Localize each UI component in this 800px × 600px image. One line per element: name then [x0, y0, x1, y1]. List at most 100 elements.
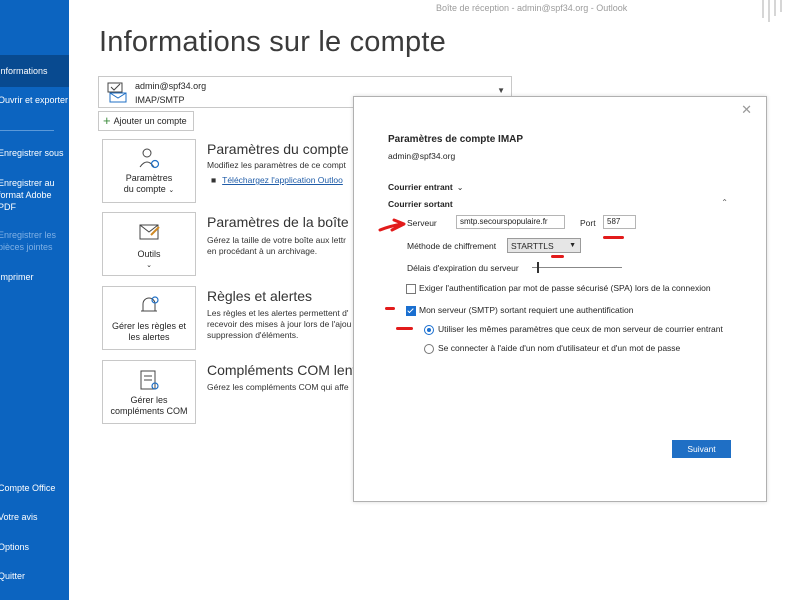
timeout-slider-thumb[interactable] — [537, 262, 539, 273]
sidebar-item-quit[interactable]: Quitter — [0, 570, 69, 584]
card-label-line: les alertes — [128, 332, 170, 342]
same-settings-label: Utiliser les mêmes paramètres que ceux d… — [438, 324, 723, 334]
section-title: Paramètres de la boîte au — [207, 214, 369, 230]
dialog-email: admin@spf34.org — [388, 151, 456, 161]
add-account-label: Ajouter un compte — [113, 116, 187, 126]
backstage-sidebar: Informations Ouvrir et exporter Enregist… — [0, 0, 69, 600]
server-label: Serveur — [407, 218, 437, 228]
username-password-label: Se connecter à l'aide d'un nom d'utilisa… — [438, 343, 681, 353]
server-input[interactable] — [456, 215, 565, 229]
chevron-down-icon: ⌄ — [168, 187, 175, 194]
sidebar-item-label: Enregistrer au format Adobe PDF — [0, 178, 55, 212]
rules-alerts-icon — [141, 296, 159, 312]
smtp-auth-checkbox[interactable] — [406, 306, 416, 316]
account-email: admin@spf34.org — [135, 81, 207, 91]
spa-checkbox[interactable] — [406, 284, 416, 294]
sidebar-divider — [0, 130, 54, 131]
sidebar-item-label: Votre avis — [0, 512, 38, 522]
card-label-line: Gérer les — [130, 395, 168, 405]
section-description: recevoir des mises à jour lors de l'ajou — [207, 319, 352, 329]
sidebar-item-label: Options — [0, 542, 30, 552]
sidebar-item-label: Informations — [0, 66, 48, 76]
sidebar-item-informations[interactable]: Informations — [0, 55, 69, 87]
port-input[interactable] — [603, 215, 636, 229]
com-addins-icon — [140, 370, 159, 390]
mail-account-icon — [107, 82, 127, 103]
sidebar-item-office-account[interactable]: Compte Office — [0, 482, 69, 496]
card-label-line: Outils — [137, 249, 161, 259]
person-gear-icon — [139, 148, 160, 169]
port-label: Port — [580, 218, 596, 228]
sidebar-item-label: Compte Office — [0, 483, 56, 493]
add-account-button[interactable]: + Ajouter un compte — [98, 111, 194, 131]
section-description: Les règles et les alertes permettent d' — [207, 308, 349, 318]
sidebar-item-feedback[interactable]: Votre avis — [0, 511, 69, 525]
plus-icon: + — [103, 113, 111, 128]
account-type: IMAP/SMTP — [135, 95, 185, 105]
account-settings-button[interactable]: Paramètres du compte ⌄ — [102, 139, 196, 203]
encryption-select[interactable]: STARTTLS ▼ — [507, 238, 581, 253]
encryption-label: Méthode de chiffrement — [407, 241, 497, 251]
timeout-label: Délais d'expiration du serveur — [407, 263, 519, 273]
card-label: Outils ⌄ — [103, 249, 195, 271]
sidebar-item-label: Ouvrir et exporter — [0, 95, 69, 105]
sidebar-item-save-pdf[interactable]: Enregistrer au format Adobe PDF — [0, 177, 69, 215]
sidebar-item-options[interactable]: Options — [0, 541, 69, 555]
page-title: Informations sur le compte — [99, 26, 446, 58]
section-title: Compléments COM lents — [207, 362, 364, 378]
chevron-down-icon: ⌄ — [456, 183, 464, 192]
sidebar-item-open-export[interactable]: Ouvrir et exporter — [0, 94, 69, 120]
same-settings-radio[interactable] — [424, 325, 434, 335]
annotation-underline-port — [603, 236, 624, 239]
sidebar-item-label: Quitter — [0, 571, 26, 581]
section-description: suppression d'éléments. — [207, 330, 299, 340]
card-label-text: du compte — [123, 184, 166, 194]
annotation-underline-encryption — [551, 255, 564, 258]
card-label-line: compléments COM — [110, 406, 188, 416]
sidebar-item-save-as[interactable]: Enregistrer sous — [0, 147, 69, 161]
section-description: Modifiez les paramètres de ce compt — [207, 160, 346, 170]
manage-rules-button[interactable]: Gérer les règles et les alertes — [102, 286, 196, 350]
encryption-value: STARTTLS — [511, 241, 554, 251]
imap-settings-dialog: ✕ Paramètres de compte IMAP admin@spf34.… — [353, 96, 767, 502]
section-title: Règles et alertes — [207, 288, 313, 304]
next-button[interactable]: Suivant — [672, 440, 731, 458]
card-label: Gérer les compléments COM — [103, 395, 195, 417]
outgoing-mail-section-toggle[interactable]: Courrier sortant — [388, 199, 453, 209]
sidebar-item-label: Enregistrer les pièces jointes — [0, 230, 57, 252]
card-label-line: Paramètres — [125, 173, 173, 183]
tools-button[interactable]: Outils ⌄ — [102, 212, 196, 276]
sidebar-item-save-attachments: Enregistrer les pièces jointes — [0, 229, 69, 255]
chevron-down-icon: ▼ — [569, 242, 576, 249]
annotation-arrow — [378, 218, 406, 232]
username-password-radio[interactable] — [424, 344, 434, 354]
card-label-line: du compte ⌄ — [103, 184, 195, 196]
bullet-icon: ■ — [211, 175, 217, 185]
annotation-dash-auth — [385, 307, 395, 310]
mailbox-tools-icon — [139, 224, 160, 240]
office-lines-icon — [762, 0, 782, 22]
timeout-slider-track[interactable] — [532, 267, 622, 268]
section-description: en procédant à un archivage. — [207, 246, 318, 256]
manage-com-addins-button[interactable]: Gérer les compléments COM — [102, 360, 196, 424]
card-label-line: Gérer les règles et — [111, 321, 187, 331]
sidebar-item-print[interactable]: Imprimer — [0, 271, 69, 285]
smtp-auth-label: Mon serveur (SMTP) sortant requiert une … — [419, 305, 634, 315]
chevron-up-icon[interactable]: ⌃ — [721, 198, 728, 207]
download-outlook-link[interactable]: Téléchargez l'application Outloo — [222, 175, 343, 185]
chevron-down-icon: ▼ — [497, 86, 505, 95]
section-label: Courrier entrant — [388, 182, 453, 192]
window-title: Boîte de réception - admin@spf34.org - O… — [436, 3, 628, 13]
close-icon[interactable]: ✕ — [741, 102, 752, 118]
card-label: Paramètres du compte ⌄ — [103, 173, 195, 196]
spa-label: Exiger l'authentification par mot de pas… — [419, 283, 711, 293]
section-title: Paramètres du compte — [207, 141, 349, 157]
section-description: Gérez la taille de votre boîte aux lettr — [207, 235, 346, 245]
incoming-mail-section-toggle[interactable]: Courrier entrant ⌄ — [388, 182, 463, 192]
section-label: Courrier sortant — [388, 199, 453, 209]
sidebar-item-label: Enregistrer sous — [0, 148, 64, 158]
bullet-item: ■ Téléchargez l'application Outloo — [211, 175, 343, 185]
sidebar-item-label: Imprimer — [0, 272, 34, 282]
section-description: Gérez les compléments COM qui affe — [207, 382, 349, 392]
annotation-dash-radio — [396, 327, 413, 330]
